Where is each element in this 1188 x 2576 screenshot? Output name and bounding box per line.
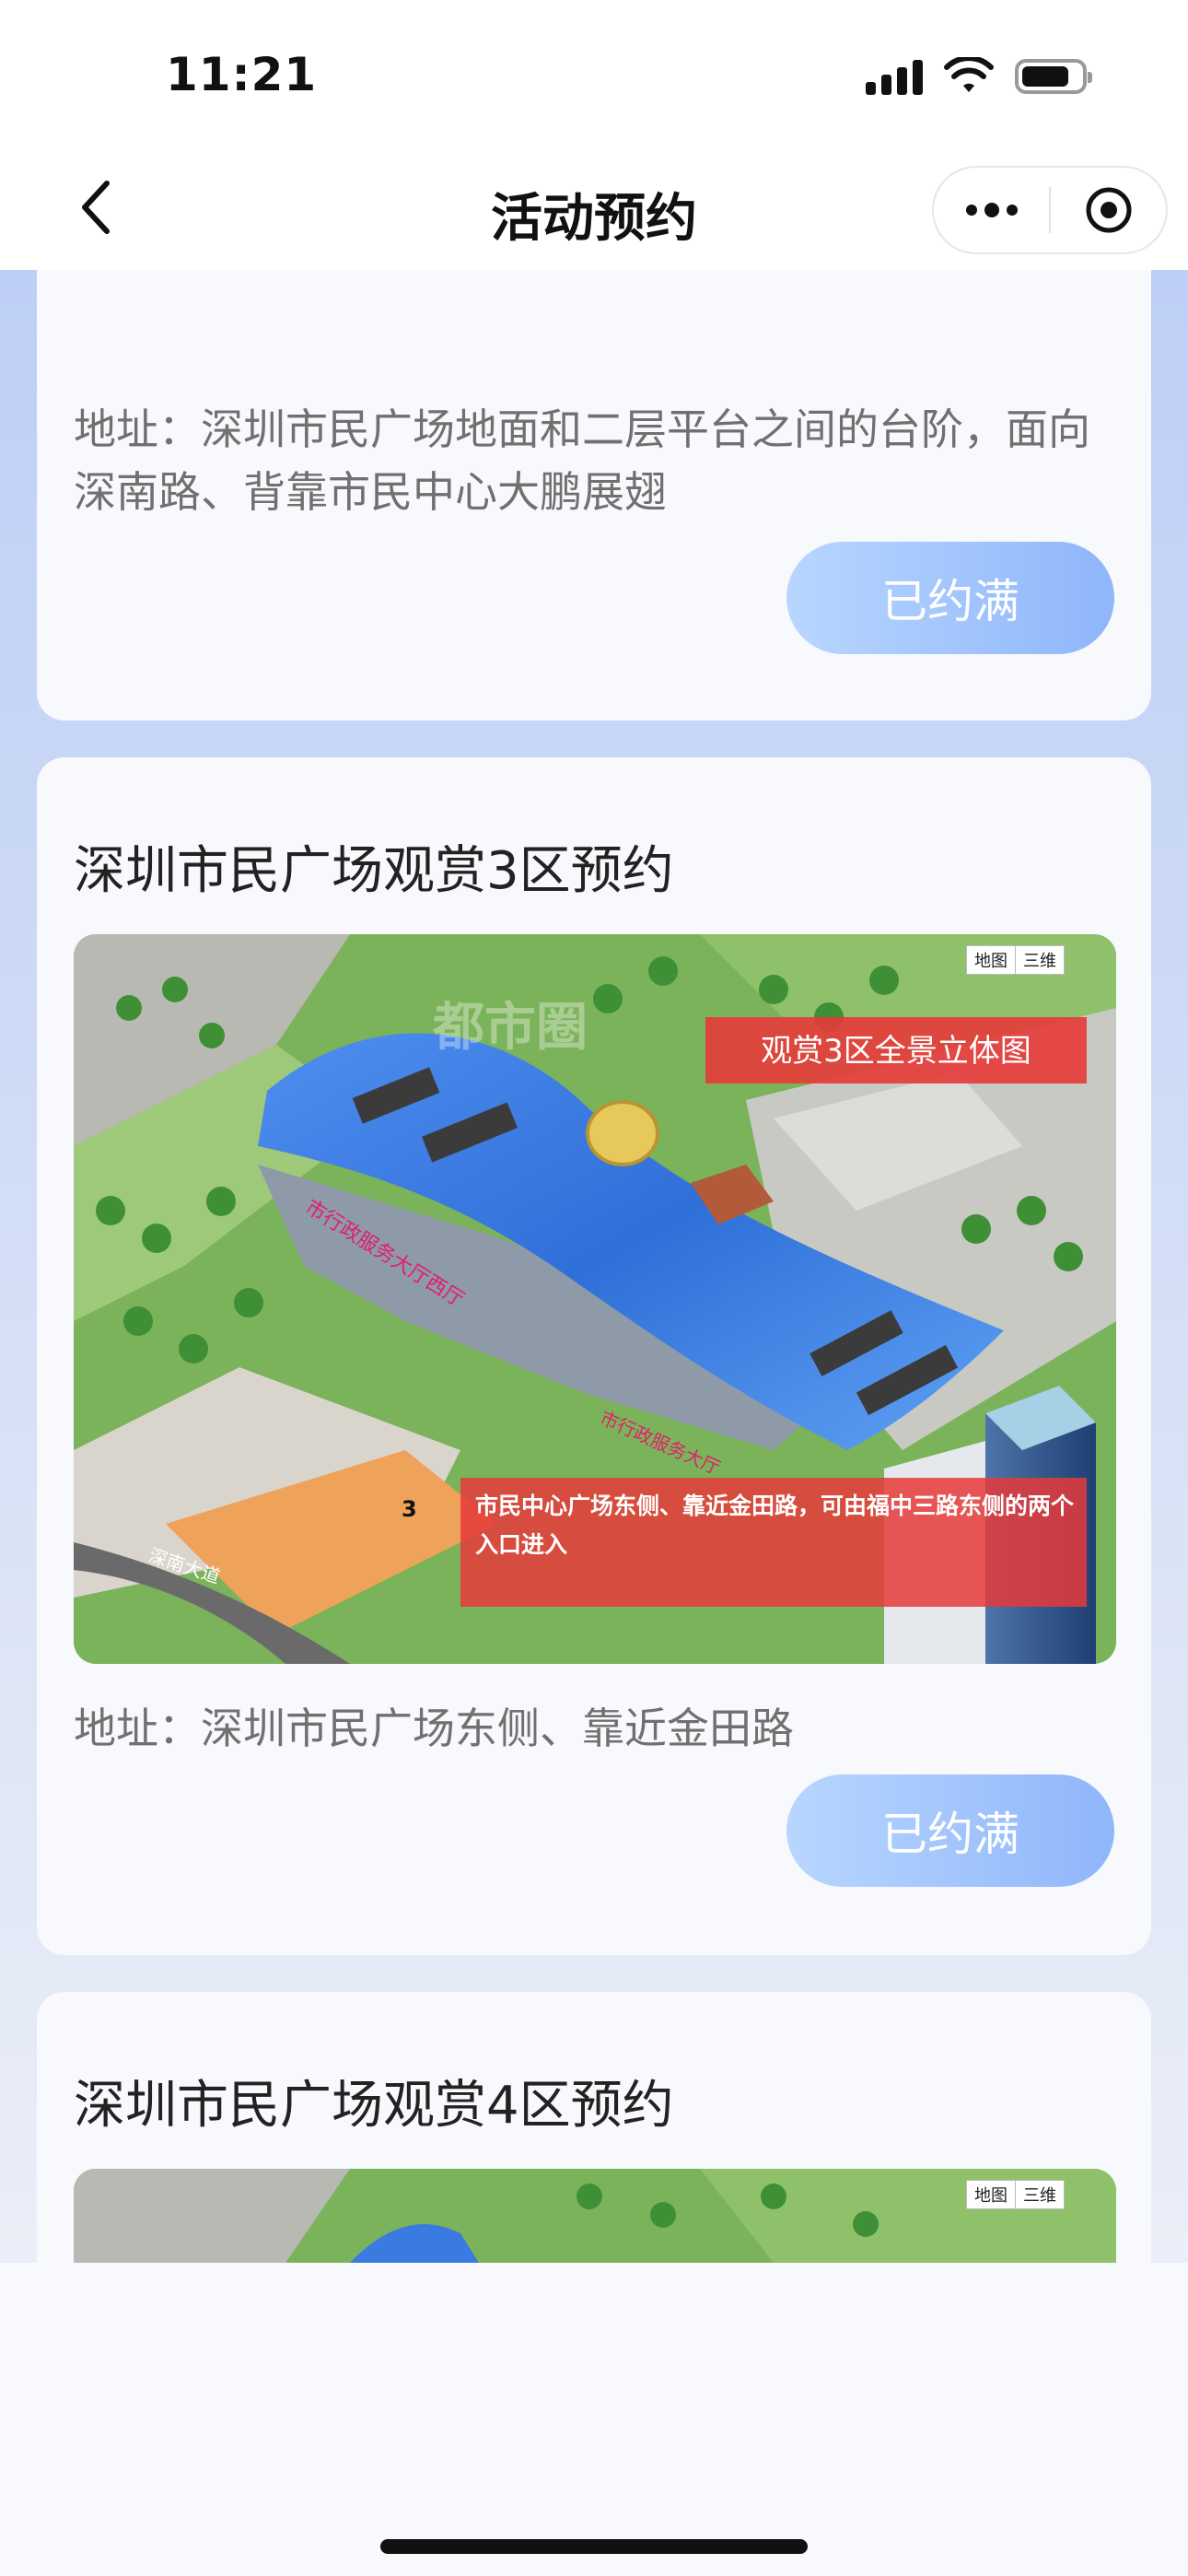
reserve-full-button[interactable]: 已约满 [786, 1774, 1114, 1887]
card-address: 地址：深圳市民广场地面和二层平台之间的台阶，面向深南路、背靠市民中心大鹏展翅 [74, 404, 1090, 517]
toggle-3d[interactable]: 三维 [1016, 2181, 1064, 2208]
reservation-card-2: 地址：深圳市民广场地面和二层平台之间的台阶，面向深南路、背靠市民中心大鹏展翅 已… [37, 221, 1151, 720]
toggle-map[interactable]: 地图 [967, 2181, 1016, 2208]
status-icons [866, 57, 1092, 96]
toggle-3d[interactable]: 三维 [1016, 946, 1064, 974]
zone-4-map-illustration [74, 2169, 1116, 2263]
cellular-signal-icon [866, 58, 923, 95]
toggle-map[interactable]: 地图 [967, 946, 1016, 974]
screen: 11:21 活动预约 地址：深圳市民广场地面和二层平台之间的台阶，面向深南路、背… [0, 0, 1188, 2576]
home-indicator [380, 2539, 808, 2554]
zone-3-map-illustration: 3 市行政服务大厅西厅 市行政服务大厅 深南大道 都市圈 观赏3区全景立体图 市… [74, 934, 1116, 1664]
map-banner-title: 观赏3区全景立体图 [761, 1033, 1031, 1070]
battery-icon [1015, 59, 1092, 94]
map-watermark: 都市圈 [432, 998, 588, 1058]
card-title: 深圳市民广场观赏3区预约 [74, 841, 674, 901]
status-time: 11:21 [166, 48, 318, 101]
more-icon [965, 203, 1018, 217]
card-address: 地址：深圳市民广场东侧、靠近金田路 [74, 1704, 794, 1753]
top-bar: 11:21 活动预约 [0, 0, 1188, 270]
reserve-full-button[interactable]: 已约满 [786, 542, 1114, 654]
map-view-toggle: 地图 三维 [966, 945, 1065, 975]
mini-program-capsule [932, 166, 1168, 254]
card-title: 深圳市民广场观赏4区预约 [74, 2076, 674, 2136]
map-entry-note: 市民中心广场东侧、靠近金田路，可由福中三路东侧的两个入口进入 [475, 1493, 1074, 1558]
zone-3-map-image[interactable]: 3 市行政服务大厅西厅 市行政服务大厅 深南大道 都市圈 观赏3区全景立体图 市… [74, 934, 1116, 1664]
target-close-icon [1086, 187, 1131, 233]
zone-number: 3 [402, 1496, 417, 1522]
close-button[interactable] [1051, 168, 1166, 252]
map-view-toggle: 地图 三维 [966, 2180, 1065, 2209]
bottom-safe-area [0, 2263, 1188, 2576]
reservation-card-3: 深圳市民广场观赏3区预约 3 市行政服务大厅西厅 市行政服务大厅 深南大道 都市… [37, 757, 1151, 1955]
wifi-icon [944, 57, 994, 92]
more-button[interactable] [934, 168, 1049, 252]
zone-4-map-image[interactable]: 地图 三维 [74, 2169, 1116, 2263]
